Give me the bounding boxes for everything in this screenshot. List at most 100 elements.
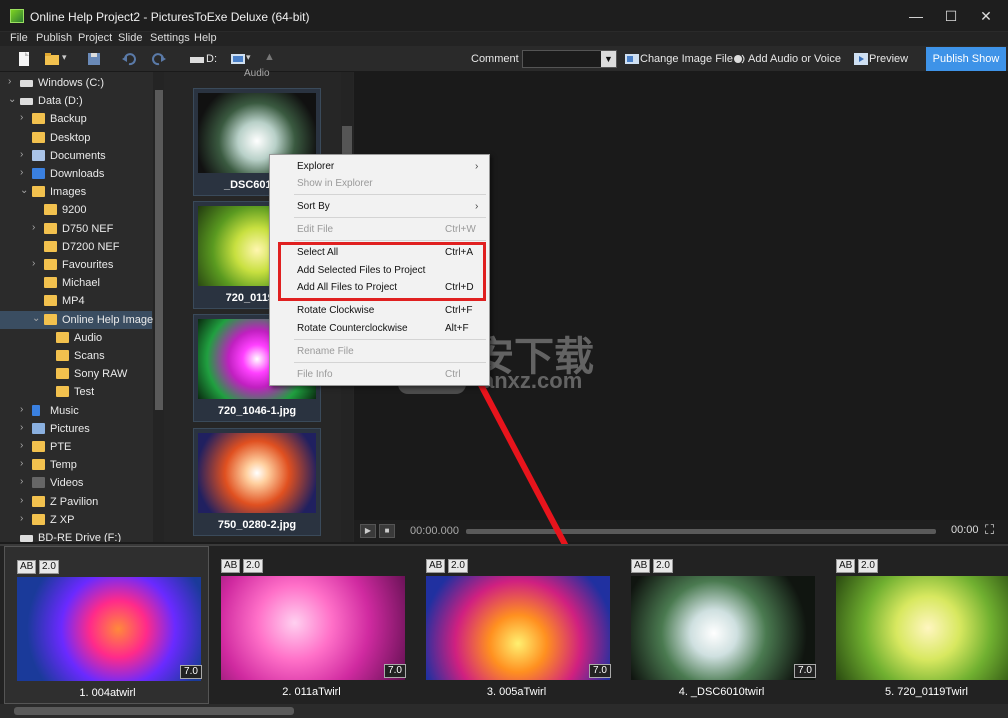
preview-button[interactable]: Preview [869,53,908,65]
tree-item[interactable]: ⌄ Data (D:) [0,92,152,110]
menu-help[interactable]: Help [194,32,217,45]
transition-badge: 2.0 [39,560,59,574]
file-thumbnail[interactable]: 750_0280-2.jpg [193,428,321,536]
tree-item[interactable]: › D750 NEF [0,220,152,238]
tree-item[interactable]: Scans [0,347,152,365]
context-menu-item[interactable]: Rotate Clockwise [297,305,374,316]
drive-label[interactable]: D: [206,53,217,65]
context-menu-item[interactable]: Sort By [297,201,330,212]
redo-icon[interactable] [151,51,167,67]
tree-item[interactable]: D7200 NEF [0,238,152,256]
tree-chevron-icon[interactable]: › [32,258,42,269]
preview-icon[interactable] [853,51,869,67]
save-icon[interactable] [86,51,102,67]
tree-item-label: MP4 [62,295,85,308]
tree-chevron-icon[interactable]: › [20,495,30,506]
slide-list: AB 2.0 7.0 1. 004atwirl AB 2.0 7.0 2. 011aTwirl… [0,544,1008,704]
tree-chevron-icon[interactable]: › [20,513,30,524]
tree-item[interactable]: Test [0,383,152,401]
slide[interactable]: AB 2.0 7.0 2. 011aTwirl [209,546,414,704]
tree-chevron-icon[interactable]: › [32,222,42,233]
tree-item[interactable]: BD-RE Drive (F:) [0,529,152,542]
change-image-button[interactable]: Change Image File [640,53,733,65]
view-mode-icon[interactable] [230,51,246,67]
play-button[interactable]: ▶ [360,524,376,538]
menu-slide[interactable]: Slide [118,32,142,45]
tree-chevron-icon[interactable]: › [20,149,30,160]
context-menu-item[interactable]: Explorer [297,161,334,172]
tree-item[interactable]: › Pictures [0,420,152,438]
tree-chevron-icon[interactable]: › [20,458,30,469]
stop-button[interactable]: ■ [379,524,395,538]
tree-chevron-icon[interactable]: › [20,167,30,178]
tree-item[interactable]: ⌄ Images [0,183,152,201]
tree-item-label: Videos [50,477,84,490]
tree-chevron-icon[interactable]: ⌄ [20,185,30,196]
tree-item-label: Test [74,386,95,399]
tree-item[interactable]: Desktop [0,129,152,147]
slide[interactable]: AB 2.0 7.0 4. _DSC6010twirl [619,546,824,704]
view-dropdown-icon[interactable]: ▾ [246,52,251,63]
publish-show-button[interactable]: Publish Show [926,47,1006,71]
tree-item[interactable]: ⌄ Online Help Images [0,310,159,329]
menu-bar: File Publish Project Slide Settings Help [0,32,1008,46]
tree-chevron-icon[interactable]: ⌄ [8,94,18,105]
tree-item[interactable]: MP4 [0,292,152,310]
tree-chevron-icon[interactable]: › [8,76,18,87]
menu-settings[interactable]: Settings [150,32,190,45]
tree-item[interactable]: › Favourites [0,256,152,274]
slide-list-scroll-thumb[interactable] [14,707,294,715]
tree-chevron-icon[interactable]: › [20,404,30,415]
maximize-button[interactable]: ☐ [934,4,968,28]
tree-chevron-icon[interactable]: › [20,112,30,123]
context-menu-item[interactable]: Rotate Counterclockwise [297,323,408,334]
dropdown-arrow-icon[interactable]: ▾ [62,52,67,63]
tree-item[interactable]: › Temp [0,456,152,474]
tree-chevron-icon[interactable]: ⌄ [32,313,42,324]
drive-icon [20,80,33,87]
menu-file[interactable]: File [10,32,28,45]
shortcut-label: Alt+F [445,323,469,334]
tree-item[interactable]: › Downloads [0,165,152,183]
tree-item[interactable]: › Z Pavilion [0,493,152,511]
tree-item[interactable]: Sony RAW [0,365,152,383]
drive-icon [20,535,33,542]
tree-item-label: PTE [50,441,72,453]
new-file-icon[interactable] [16,51,32,67]
audio-icon[interactable] [732,51,748,67]
tree-chevron-icon[interactable]: › [20,440,30,451]
tree-chevron-icon[interactable]: › [20,422,30,433]
tree-item[interactable]: › Windows (C:) [0,74,152,92]
undo-icon[interactable] [121,51,137,67]
close-button[interactable]: ✕ [969,4,1003,28]
tree-item[interactable]: Audio [0,329,152,347]
comment-dropdown-icon[interactable]: ▼ [601,51,616,67]
up-arrow-icon[interactable]: ▲ [264,51,275,63]
tree-item[interactable]: Michael [0,274,152,292]
time-end: 00:00 [951,524,979,536]
tree-scroll-thumb[interactable] [155,90,163,410]
tree-item[interactable]: › Music [0,402,152,420]
fullscreen-icon[interactable]: ⛶ [985,522,994,538]
minimize-button[interactable]: — [899,4,933,28]
open-folder-icon[interactable] [44,51,60,67]
tree-chevron-icon[interactable]: › [20,476,30,487]
slide[interactable]: AB 2.0 7.0 1. 004atwirl [4,546,209,704]
tree-item[interactable]: › Z XP [0,511,152,529]
tree-item[interactable]: › Documents [0,147,152,165]
slide[interactable]: AB 2.0 5. 720_0119Twirl [824,546,1008,704]
menu-publish[interactable]: Publish [36,32,72,45]
folder-icon [44,295,57,307]
tree-item[interactable]: › Videos [0,474,152,492]
tree-item[interactable]: 9200 [0,201,152,219]
tree-item[interactable]: › Backup [0,110,152,128]
change-image-icon[interactable] [624,51,640,67]
add-audio-button[interactable]: Add Audio or Voice [748,53,841,65]
folder-icon [32,131,45,143]
slide-label: 1. 004atwirl [79,687,136,699]
shortcut-label: Ctrl [445,369,461,380]
tree-item[interactable]: › PTE [0,438,152,456]
menu-project[interactable]: Project [78,32,112,45]
slide[interactable]: AB 2.0 7.0 3. 005aTwirl [414,546,619,704]
drive-icon[interactable] [189,51,205,67]
